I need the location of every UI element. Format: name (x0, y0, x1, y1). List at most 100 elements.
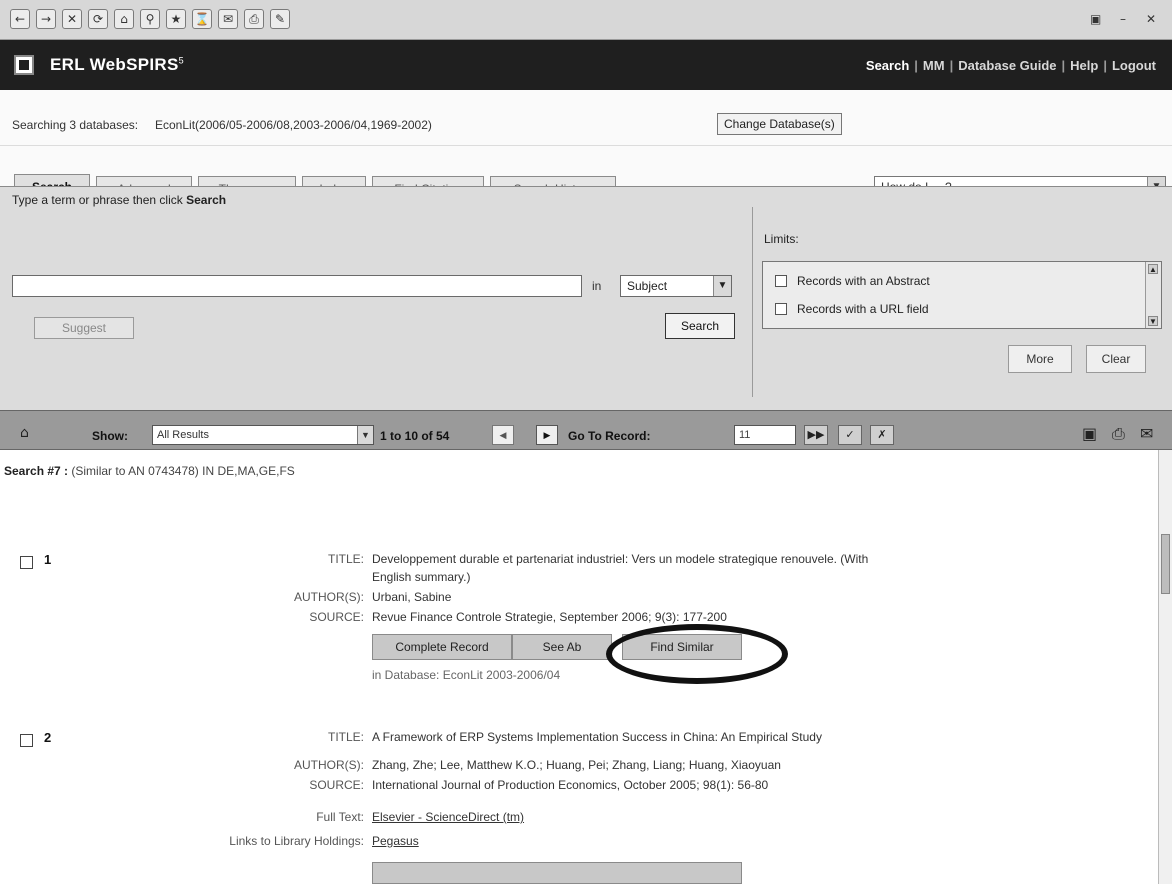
checkbox[interactable] (775, 275, 787, 287)
limits-title: Limits: (764, 232, 799, 246)
save-icon[interactable]: ▣ (1082, 424, 1097, 443)
search-button[interactable]: Search (665, 313, 735, 339)
previous-page-button[interactable]: ◀ (492, 425, 514, 445)
app-header: ERL WebSPIRS5 Search | MM | Database Guide | H… (0, 40, 1172, 90)
record-2-holdings-link[interactable]: Pegasus (372, 834, 419, 848)
record-2-author: Zhang, Zhe; Lee, Matthew K.O.; Huang, Pe… (372, 758, 781, 772)
show-select[interactable]: All Results ▼ (152, 425, 374, 445)
see-abstract-button[interactable]: See Ab (512, 634, 612, 660)
browser-toolbar: ← → ✕ ⟳ ⌂ ⚲ ★ ⌛ ✉ ⎙ ✎ ▣ – ✕ (0, 0, 1172, 40)
record-2-source-label: SOURCE: (309, 778, 364, 792)
record-2-fulltext-label: Full Text: (316, 810, 364, 824)
databases-label: Searching 3 databases: (12, 118, 139, 132)
limits-list: Records with an Abstract Records with a … (762, 261, 1162, 329)
limits-scrollbar[interactable]: ▲ ▼ (1145, 262, 1161, 328)
results-scrollbar[interactable] (1158, 450, 1172, 884)
go-icon[interactable]: ▶▶ (804, 425, 828, 445)
record-2-source: International Journal of Production Econ… (372, 778, 769, 792)
show-value: All Results (157, 429, 209, 441)
edit-icon[interactable]: ✎ (270, 9, 290, 29)
record-2-title-label: TITLE: (327, 730, 364, 744)
search-prompt-prefix: Type a term or phrase then click (12, 193, 183, 207)
goto-record-input[interactable] (734, 425, 796, 445)
record-1-source-label: SOURCE: (309, 610, 364, 624)
chevron-down-icon: ▼ (357, 426, 373, 444)
print-icon[interactable]: ⎙ (244, 9, 264, 29)
limit-url-label: Records with a URL field (797, 302, 929, 316)
record-1-author: Urbani, Sabine (372, 590, 452, 604)
record-1-title[interactable]: Developpement durable et partenariat ind… (372, 552, 868, 566)
highlight-oval (606, 624, 788, 684)
database-bar: Searching 3 databases: EconLit(2006/05-2… (0, 90, 1172, 146)
record-1-author-label: AUTHOR(S): (294, 590, 364, 604)
limit-abstract[interactable]: Records with an Abstract (775, 274, 930, 288)
panel-divider (752, 207, 753, 397)
search-form: Type a term or phrase then click Search … (0, 187, 750, 411)
nav-database-guide[interactable]: Database Guide (958, 58, 1056, 73)
next-page-button[interactable]: ▶ (536, 425, 558, 445)
clear-button[interactable]: Clear (1086, 345, 1146, 373)
search-query: (Similar to AN 0743478) IN DE,MA,GE,FS (71, 464, 295, 478)
scroll-up-icon[interactable]: ▲ (1148, 264, 1158, 274)
search-icon[interactable]: ⚲ (140, 9, 160, 29)
mail-icon[interactable]: ✉ (218, 9, 238, 29)
record-2-links-label: Links to Library Holdings: (229, 834, 364, 848)
app-nav: Search | MM | Database Guide | Help | Logout (865, 58, 1156, 73)
home-icon[interactable]: ⌂ (114, 9, 134, 29)
record-2-title[interactable]: A Framework of ERP Systems Implementatio… (372, 730, 822, 744)
chevron-down-icon: ▼ (713, 276, 731, 296)
close-icon[interactable]: ✕ (1146, 9, 1156, 29)
record-2-fulltext-link[interactable]: Elsevier - ScienceDirect (tm) (372, 810, 524, 824)
record-2-author-label: AUTHOR(S): (294, 758, 364, 772)
goto-label: Go To Record: (568, 429, 651, 443)
record-2-action-buttons[interactable] (372, 862, 742, 884)
search-field-value: Subject (627, 279, 668, 293)
stop-icon[interactable]: ✕ (62, 9, 82, 29)
search-prompt-bold: Search (186, 193, 227, 207)
search-query-line: Search #7 : (Similar to AN 0743478) IN D… (4, 464, 295, 478)
complete-record-button[interactable]: Complete Record (372, 634, 512, 660)
limit-abstract-label: Records with an Abstract (797, 274, 930, 288)
scroll-down-icon[interactable]: ▼ (1148, 316, 1158, 326)
nav-help[interactable]: Help (1070, 58, 1098, 73)
suggest-button[interactable]: Suggest (34, 317, 134, 339)
search-number: Search #7 : (4, 464, 69, 478)
in-label: in (592, 279, 602, 293)
forward-icon[interactable]: → (36, 9, 56, 29)
print-icon[interactable]: ⎙ (1112, 424, 1125, 444)
nav-mm[interactable]: MM (923, 58, 945, 73)
refresh-icon[interactable]: ⟳ (88, 9, 108, 29)
email-icon[interactable]: ✉ (1140, 424, 1153, 443)
results-range: 1 to 10 of 54 (380, 429, 450, 443)
more-button[interactable]: More (1008, 345, 1072, 373)
app-name: ERL WebSPIRS5 (50, 55, 184, 75)
nav-search[interactable]: Search (866, 58, 909, 73)
search-input[interactable] (12, 275, 582, 297)
limit-url[interactable]: Records with a URL field (775, 302, 929, 316)
limits-panel: Limits: Records with an Abstract Records… (762, 187, 1162, 411)
scrollbar-thumb[interactable] (1161, 534, 1170, 594)
checkbox[interactable] (775, 303, 787, 315)
favorites-icon[interactable]: ★ (166, 9, 186, 29)
record-1-source: Revue Finance Controle Strategie, Septem… (372, 610, 727, 624)
databases-value: EconLit(2006/05-2006/08,2003-2006/04,196… (155, 118, 432, 132)
change-database-button[interactable]: Change Database(s) (717, 113, 842, 135)
search-field-select[interactable]: Subject ▼ (620, 275, 732, 297)
clear-marks-icon[interactable]: ✗ (870, 425, 894, 445)
app-name-text: ERL WebSPIRS (50, 55, 179, 74)
back-icon[interactable]: ← (10, 9, 30, 29)
window-icon[interactable]: ▣ (1090, 9, 1101, 29)
mark-icon[interactable]: ✓ (838, 425, 862, 445)
record-1-title-label: TITLE: (327, 552, 364, 566)
tabs-row: Search Advanced Thesaurus Index Find Cit… (0, 146, 1172, 202)
results-toolbar: ⌂ Show: All Results ▼ 1 to 10 of 54 ◀ ▶ … (0, 410, 1172, 450)
history-icon[interactable]: ⌛ (192, 9, 212, 29)
search-panel: Type a term or phrase then click Search … (0, 186, 1172, 410)
search-prompt: Type a term or phrase then click Search (12, 193, 226, 207)
app-name-superscript: 5 (178, 55, 184, 66)
nav-logout[interactable]: Logout (1112, 58, 1156, 73)
top-icon[interactable]: ⌂ (20, 425, 29, 441)
record-1-database: in Database: EconLit 2003-2006/04 (372, 668, 561, 682)
record-1-title-cont[interactable]: English summary.) (372, 570, 470, 584)
minimize-icon[interactable]: – (1120, 9, 1126, 29)
